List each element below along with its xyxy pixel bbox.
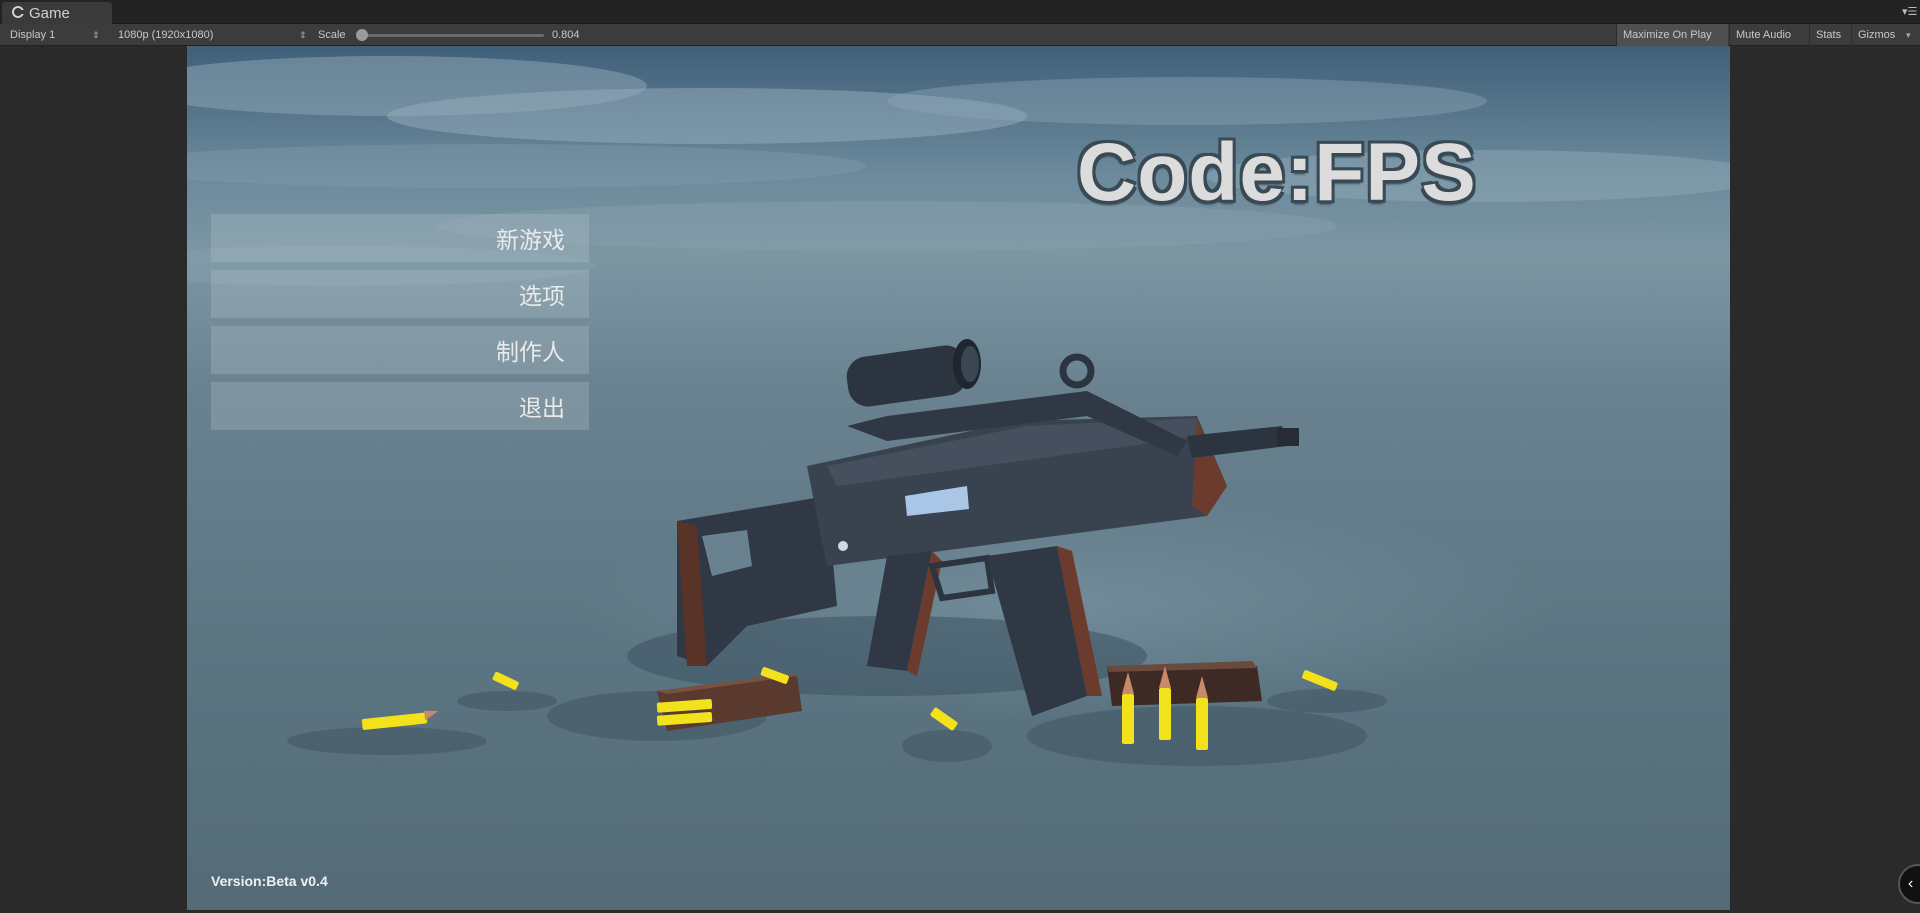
unity-logo-icon — [12, 5, 24, 22]
version-label: Version:Beta v0.4 — [211, 873, 328, 889]
display-dropdown[interactable]: Display 1 — [10, 24, 55, 46]
scale-value: 0.804 — [552, 29, 580, 41]
rifle-scene — [287, 339, 1387, 766]
tab-game[interactable]: Game — [2, 2, 112, 24]
main-menu: 新游戏 选项 制作人 退出 — [211, 214, 589, 438]
stats-button[interactable]: Stats — [1809, 24, 1851, 46]
scale-label: Scale — [318, 29, 346, 41]
exit-button[interactable]: 退出 — [211, 382, 589, 430]
game-title: Code:FPS — [1077, 127, 1477, 218]
gizmos-dropdown-arrow-icon[interactable]: ▾ — [1906, 24, 1911, 46]
game-view-toolbar: Display 1 ⇕ 1080p (1920x1080) ⇕ Scale 0.… — [0, 24, 1920, 46]
scale-slider-track[interactable] — [358, 34, 544, 37]
mute-audio-button[interactable]: Mute Audio — [1729, 24, 1809, 46]
gizmos-button[interactable]: Gizmos — [1851, 24, 1904, 46]
options-button[interactable]: 选项 — [211, 270, 589, 318]
gizmos-label: Gizmos — [1858, 29, 1896, 41]
new-game-button[interactable]: 新游戏 — [211, 214, 589, 262]
resolution-dropdown-label: 1080p (1920x1080) — [118, 29, 214, 41]
collapse-arrow-icon[interactable]: ‹ — [1898, 864, 1920, 904]
resolution-dropdown-arrow-icon: ⇕ — [299, 29, 307, 40]
stats-label: Stats — [1816, 29, 1842, 41]
credits-button[interactable]: 制作人 — [211, 326, 589, 374]
resolution-dropdown[interactable]: 1080p (1920x1080) — [118, 24, 213, 46]
display-dropdown-label: Display 1 — [10, 29, 56, 41]
exit-label: 退出 — [519, 395, 565, 421]
options-label: 选项 — [519, 283, 565, 309]
scale-slider-thumb[interactable] — [356, 29, 368, 41]
new-game-label: 新游戏 — [496, 227, 565, 253]
display-dropdown-arrow-icon: ⇕ — [92, 29, 100, 40]
game-viewport[interactable]: Code:FPS 新游戏 选项 制作人 退出 Version:Beta v0.4 — [187, 46, 1730, 910]
credits-label: 制作人 — [496, 339, 565, 365]
mute-audio-label: Mute Audio — [1736, 29, 1792, 41]
maximize-on-play-button[interactable]: Maximize On Play — [1616, 24, 1728, 46]
panel-menu-icon[interactable]: ▾☰ — [1902, 6, 1917, 18]
maximize-on-play-label: Maximize On Play — [1623, 29, 1712, 41]
tab-game-label: Game — [29, 4, 70, 22]
editor-tab-bar: Game ▾☰ — [0, 0, 1920, 24]
